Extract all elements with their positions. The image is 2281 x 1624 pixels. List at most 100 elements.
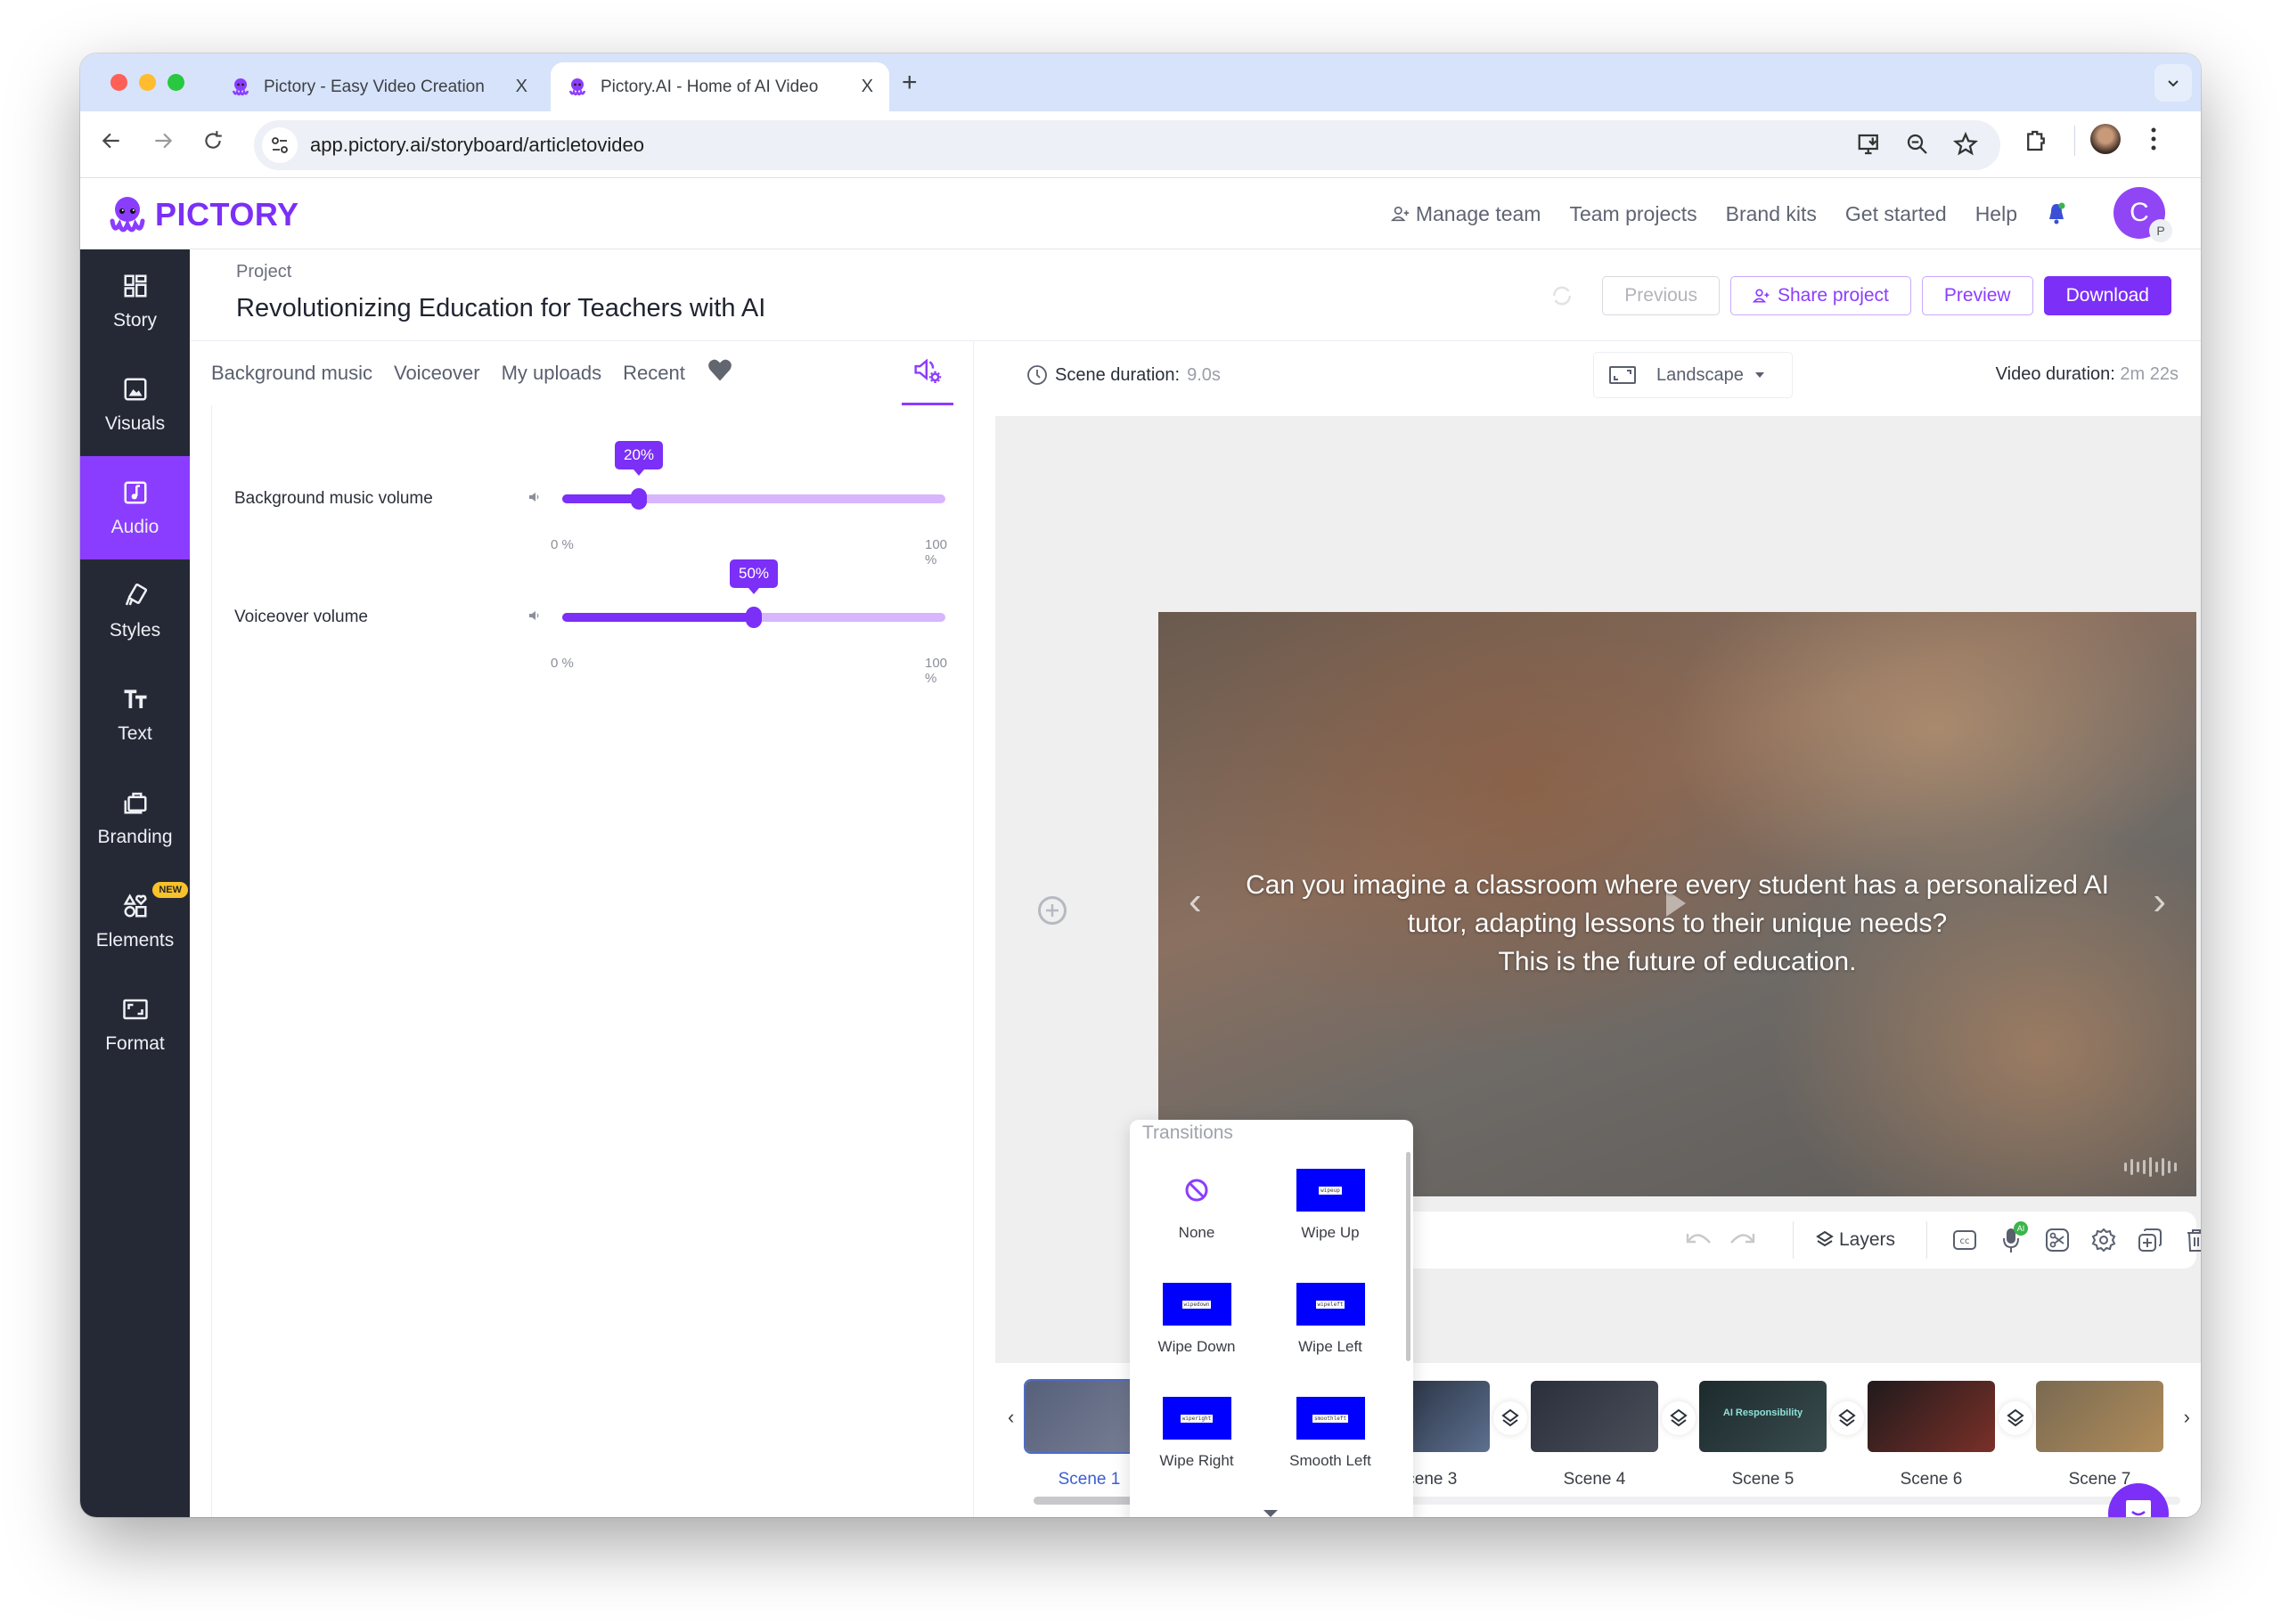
strip-scroll-left-icon[interactable]: ‹: [1008, 1406, 1014, 1429]
sidebar-item-story[interactable]: Story: [80, 249, 190, 353]
transition-option-wipe-down[interactable]: wipedown Wipe Down: [1130, 1283, 1263, 1381]
toolbar-divider: [1793, 1221, 1794, 1259]
strip-scroll-right-icon[interactable]: ›: [2184, 1406, 2190, 1429]
browser-window: Pictory - Easy Video Creation X Pictory.…: [80, 53, 2201, 1517]
duplicate-scene-icon[interactable]: [2135, 1225, 2165, 1255]
tab-audio-settings[interactable]: [902, 350, 953, 405]
download-button[interactable]: Download: [2043, 276, 2171, 315]
transition-label: Wipe Up: [1301, 1224, 1360, 1241]
captions-cc-icon[interactable]: cc: [1950, 1225, 1980, 1255]
project-title-input[interactable]: Revolutionizing Education for Teachers w…: [236, 294, 789, 323]
favorites-heart-icon[interactable]: [707, 357, 733, 389]
scene-transition-button[interactable]: [1662, 1401, 1696, 1435]
tab-search-button[interactable]: [2154, 64, 2192, 102]
scene-thumbnail[interactable]: AI Responsibility Scene 5: [1699, 1381, 1827, 1489]
tab-voiceover[interactable]: Voiceover: [394, 362, 480, 385]
ai-voice-microphone-icon[interactable]: AI: [1996, 1221, 2028, 1255]
transition-option-smooth-left[interactable]: smoothleft Smooth Left: [1263, 1397, 1397, 1495]
maximize-window-button[interactable]: [168, 74, 184, 91]
zoom-out-icon[interactable]: [1904, 131, 1931, 162]
background-music-volume-slider[interactable]: 20%: [562, 441, 945, 510]
transition-option-wipe-left[interactable]: wipeleft Wipe Left: [1263, 1283, 1397, 1381]
voiceover-volume-slider[interactable]: 50%: [562, 559, 945, 628]
transitions-popup: Transitions None wipeup Wipe Up wipedown…: [1130, 1120, 1413, 1517]
pictory-logo[interactable]: PICTORY: [105, 192, 299, 237]
scene-caption[interactable]: Can you imagine a classroom where every …: [1158, 866, 2196, 981]
scene-transition-button[interactable]: [1493, 1401, 1527, 1435]
user-avatar[interactable]: C P: [2113, 187, 2172, 242]
orientation-dropdown[interactable]: Landscape: [1593, 352, 1793, 398]
transition-option-wipe-right[interactable]: wiperight Wipe Right: [1130, 1397, 1263, 1495]
extensions-icon[interactable]: [2023, 127, 2049, 159]
scene-thumbnail[interactable]: Scene 6: [1868, 1381, 1995, 1489]
reload-icon: [205, 131, 222, 149]
get-started-link[interactable]: Get started: [1845, 202, 1947, 226]
sidebar-item-styles[interactable]: Styles: [80, 559, 190, 663]
scroll-more-caret-icon[interactable]: [1263, 1510, 1278, 1517]
background-music-volume-row: Background music volume 20% 0 % 100 %: [212, 441, 954, 567]
bookmark-star-icon[interactable]: [1952, 131, 1979, 162]
trim-scissors-icon[interactable]: [2042, 1225, 2073, 1255]
transition-preview: smoothleft: [1296, 1397, 1365, 1440]
browser-tab-active[interactable]: Pictory.AI - Home of AI Video X: [551, 62, 889, 111]
audio-icon: [120, 477, 151, 508]
transition-option-none[interactable]: None: [1130, 1169, 1263, 1267]
tab-close-icon[interactable]: X: [862, 77, 873, 97]
delete-trash-icon[interactable]: [2181, 1225, 2201, 1255]
video-preview[interactable]: ‹ › Can you imagine a classroom where ev…: [1158, 612, 2196, 1196]
help-link[interactable]: Help: [1975, 202, 2017, 226]
settings-gear-icon[interactable]: [2089, 1225, 2119, 1255]
scene-transition-button[interactable]: [1830, 1401, 1864, 1435]
team-projects-link[interactable]: Team projects: [1569, 202, 1696, 226]
install-app-icon[interactable]: [1856, 131, 1883, 162]
browser-menu-icon[interactable]: [2149, 124, 2158, 159]
close-window-button[interactable]: [110, 74, 127, 91]
sidebar-item-format[interactable]: Format: [80, 973, 190, 1076]
scene-duration-value[interactable]: 9.0s: [1187, 365, 1221, 386]
sidebar-item-label: Branding: [97, 827, 173, 847]
transition-label: Wipe Down: [1157, 1338, 1236, 1355]
scene-thumbnail[interactable]: Scene 4: [1531, 1381, 1658, 1489]
profile-avatar[interactable]: [2090, 124, 2121, 154]
site-settings-icon[interactable]: [262, 127, 298, 163]
undo-icon[interactable]: [1684, 1225, 1714, 1255]
sidebar-item-elements[interactable]: NEW Elements: [80, 869, 190, 973]
preview-button[interactable]: Preview: [1921, 276, 2033, 315]
forward-button[interactable]: [151, 129, 175, 159]
manage-team-link[interactable]: Manage team: [1390, 202, 1541, 226]
sidebar-item-text[interactable]: Text: [80, 663, 190, 766]
tab-close-icon[interactable]: X: [516, 77, 527, 97]
sidebar-item-branding[interactable]: Branding: [80, 766, 190, 869]
url-text[interactable]: app.pictory.ai/storyboard/articletovideo: [310, 134, 644, 157]
address-bar[interactable]: app.pictory.ai/storyboard/articletovideo: [254, 120, 2000, 170]
scene-transition-button[interactable]: [1999, 1401, 2032, 1435]
share-project-button[interactable]: Share project: [1729, 276, 1911, 315]
add-scene-before-button[interactable]: [1038, 896, 1067, 925]
slider-thumb[interactable]: [746, 607, 762, 628]
transitions-title: Transitions: [1142, 1122, 1233, 1143]
sidebar-item-audio[interactable]: Audio: [80, 456, 190, 559]
audio-settings-body: Background music volume 20% 0 % 100 % Vo…: [211, 405, 953, 1517]
transition-preview: wipeleft: [1296, 1283, 1365, 1326]
layers-button[interactable]: Layers: [1816, 1212, 1895, 1269]
transitions-scrollbar[interactable]: [1406, 1152, 1410, 1361]
tab-recent[interactable]: Recent: [623, 362, 685, 385]
sidebar-item-visuals[interactable]: Visuals: [80, 353, 190, 456]
previous-button[interactable]: Previous: [1602, 276, 1720, 315]
brand-kits-link[interactable]: Brand kits: [1726, 202, 1817, 226]
tab-my-uploads[interactable]: My uploads: [502, 362, 602, 385]
tab-background-music[interactable]: Background music: [211, 362, 372, 385]
audio-panel: Background music Voiceover My uploads Re…: [190, 341, 974, 1517]
new-tab-button[interactable]: +: [902, 68, 918, 98]
transition-option-wipe-up[interactable]: wipeup Wipe Up: [1263, 1169, 1397, 1267]
slider-thumb[interactable]: [631, 488, 647, 510]
scene-thumbnail[interactable]: Scene 7: [2036, 1381, 2163, 1489]
volume-label: Voiceover volume: [234, 608, 368, 626]
pictory-favicon-icon: [567, 77, 588, 98]
minimize-window-button[interactable]: [139, 74, 156, 91]
notifications-bell-icon[interactable]: [2046, 201, 2067, 226]
browser-tab[interactable]: Pictory - Easy Video Creation X: [214, 62, 544, 111]
back-button[interactable]: [100, 129, 123, 159]
redo-icon[interactable]: [1727, 1225, 1757, 1255]
reload-button[interactable]: [201, 129, 225, 159]
